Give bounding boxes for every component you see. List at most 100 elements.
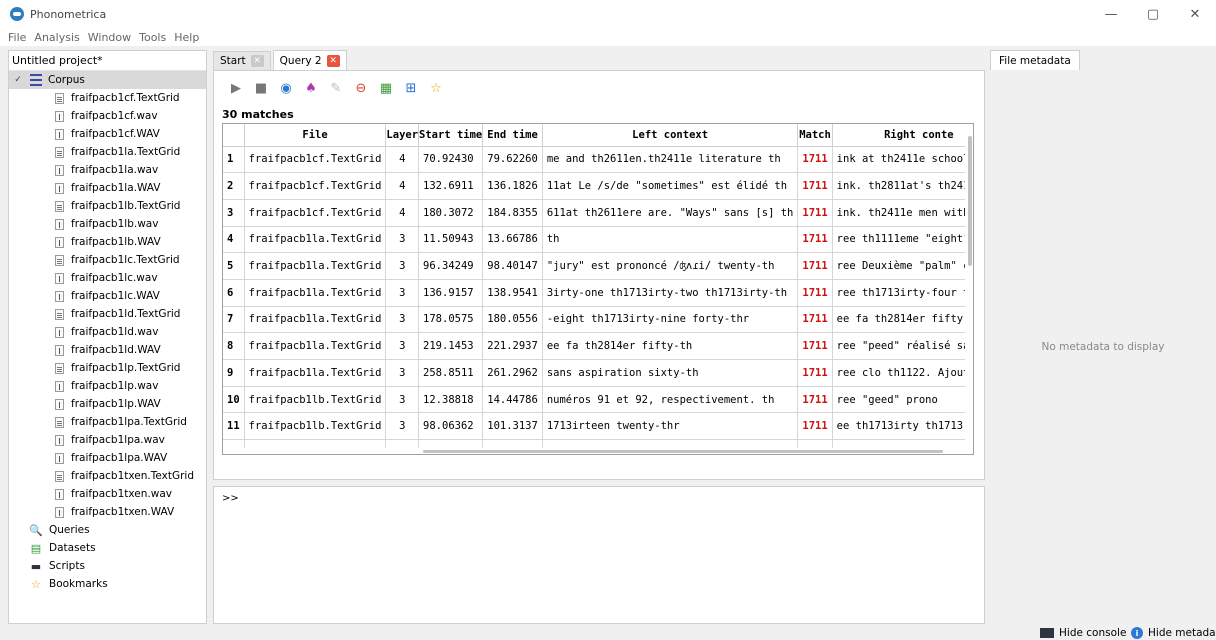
console[interactable]: >>	[213, 486, 985, 624]
tree-item-file[interactable]: fraifpacb1ld.WAV	[9, 341, 206, 359]
scrollbar-thumb[interactable]	[423, 450, 943, 453]
scrollbar-thumb[interactable]	[968, 136, 972, 266]
menu-file[interactable]: File	[4, 31, 30, 44]
table-cell: 4	[385, 172, 420, 200]
tree-item-file[interactable]: fraifpacb1lp.wav	[9, 377, 206, 395]
close-tab-icon[interactable]: ✕	[250, 55, 264, 67]
run-icon[interactable]: ▶	[226, 78, 246, 98]
table-row[interactable]: 11 fraifpacb1lb.TextGrid 3 98.06362 101.3137…	[223, 412, 973, 441]
column-header[interactable]	[223, 124, 245, 147]
maximize-button[interactable]: ▢	[1132, 0, 1174, 28]
tree-item-label: fraifpacb1ld.wav	[71, 326, 159, 338]
hide-console-button[interactable]: Hide console	[1040, 627, 1126, 639]
horizontal-scrollbar[interactable]	[223, 448, 967, 454]
tree-item-file[interactable]: fraifpacb1lpa.wav	[9, 431, 206, 449]
table-cell: fraifpacb1lb.TextGrid	[244, 412, 387, 441]
tab-query-2[interactable]: Query 2 ✕	[272, 50, 347, 70]
star-icon: ☆	[31, 577, 41, 591]
table-row[interactable]: 1 fraifpacb1cf.TextGrid 4 70.92430 79.62260 m…	[223, 146, 973, 174]
tree-item-file[interactable]: fraifpacb1lp.WAV	[9, 395, 206, 413]
hide-metadata-button[interactable]: i Hide metadata	[1131, 627, 1216, 639]
tree-item-file[interactable]: fraifpacb1cf.wav	[9, 107, 206, 125]
table-cell: 1	[223, 146, 245, 174]
table-cell: ree "geed" prono	[832, 386, 973, 414]
column-header[interactable]: Start time	[418, 124, 484, 147]
chevron-down-icon[interactable]: ✓	[12, 75, 24, 85]
tree-item-label: fraifpacb1txen.TextGrid	[71, 470, 195, 482]
eye-icon[interactable]: ◉	[276, 78, 296, 98]
table-row[interactable]: 6 fraifpacb1la.TextGrid 3 136.9157 138.9541 3…	[223, 279, 973, 307]
table-cell: th	[542, 226, 799, 254]
table-cell: 1711	[797, 306, 833, 334]
tree-item-file[interactable]: fraifpacb1txen.wav	[9, 485, 206, 503]
tree-item-bookmarks[interactable]: ☆ Bookmarks	[9, 575, 206, 593]
tab-start[interactable]: Start ✕	[213, 51, 271, 70]
tree-item-file[interactable]: fraifpacb1lc.WAV	[9, 287, 206, 305]
tree-item-file[interactable]: fraifpacb1la.TextGrid	[9, 143, 206, 161]
table-cell: 180.3072	[418, 199, 484, 227]
table-row[interactable]: 10 fraifpacb1lb.TextGrid 3 12.38818 14.44786…	[223, 386, 973, 414]
tree-item-file[interactable]: fraifpacb1ld.wav	[9, 323, 206, 341]
table-row[interactable]: 4 fraifpacb1la.TextGrid 3 11.50943 13.66786 t…	[223, 226, 973, 254]
table-header-row: File Layer Start time End time Left context M…	[223, 124, 973, 147]
remove-icon[interactable]: ⊖	[351, 78, 371, 98]
menu-window[interactable]: Window	[84, 31, 135, 44]
tree-item-file[interactable]: fraifpacb1lp.TextGrid	[9, 359, 206, 377]
table-cell: 1711	[797, 146, 833, 174]
tree-item-file[interactable]: fraifpacb1lpa.TextGrid	[9, 413, 206, 431]
table-row[interactable]: 7 fraifpacb1la.TextGrid 3 178.0575 180.0556-…	[223, 306, 973, 334]
tree-item-file[interactable]: fraifpacb1txen.TextGrid	[9, 467, 206, 485]
tree-item-datasets[interactable]: ▤ Datasets	[9, 539, 206, 557]
textgrid-file-icon	[55, 200, 64, 212]
tree-item-file[interactable]: fraifpacb1ld.TextGrid	[9, 305, 206, 323]
column-header[interactable]: File	[244, 124, 387, 147]
table-row[interactable]: 9 fraifpacb1la.TextGrid 3 258.8511 261.2962 s…	[223, 359, 973, 387]
tree-item-file[interactable]: fraifpacb1cf.WAV	[9, 125, 206, 143]
columns-icon[interactable]: ⊞	[401, 78, 421, 98]
table-row[interactable]: 8 fraifpacb1la.TextGrid 3 219.1453 221.2937 e…	[223, 332, 973, 360]
vertical-scrollbar[interactable]	[965, 124, 973, 454]
menu-tools[interactable]: Tools	[135, 31, 170, 44]
tree-item-label: fraifpacb1la.TextGrid	[71, 146, 181, 158]
tree-item-file[interactable]: fraifpacb1la.WAV	[9, 179, 206, 197]
tree-item-queries[interactable]: 🔍 Queries	[9, 521, 206, 539]
tree-item-file[interactable]: fraifpacb1lpa.WAV	[9, 449, 206, 467]
tab-file-metadata[interactable]: File metadata	[990, 50, 1080, 70]
tree-item-file[interactable]: fraifpacb1lc.wav	[9, 269, 206, 287]
export-icon[interactable]: ▦	[376, 78, 396, 98]
window-controls: — ▢ ✕	[1090, 0, 1216, 28]
minimize-button[interactable]: —	[1090, 0, 1132, 28]
tree-item-file[interactable]: fraifpacb1cf.TextGrid	[9, 89, 206, 107]
table-cell: 2	[223, 172, 245, 200]
stop-icon[interactable]: ■	[251, 78, 271, 98]
tree-item-file[interactable]: fraifpacb1lb.TextGrid	[9, 197, 206, 215]
sound-file-icon	[55, 344, 64, 356]
close-tab-icon[interactable]: ✕	[326, 54, 340, 67]
tree-item-file[interactable]: fraifpacb1lb.wav	[9, 215, 206, 233]
column-header[interactable]: End time	[482, 124, 543, 147]
tree-item-corpus[interactable]: ✓ Corpus	[9, 71, 206, 89]
tree-item-file[interactable]: fraifpacb1lb.WAV	[9, 233, 206, 251]
column-header[interactable]: Right conte	[832, 124, 973, 147]
tree-item-file[interactable]: fraifpacb1lc.TextGrid	[9, 251, 206, 269]
table-row[interactable]: 5 fraifpacb1la.TextGrid 3 96.34249 98.40147 "…	[223, 252, 973, 280]
app-title: Phonometrica	[30, 7, 107, 21]
edit-icon[interactable]: ✎	[326, 78, 346, 98]
tree-item-file[interactable]: fraifpacb1txen.WAV	[9, 503, 206, 521]
menu-help[interactable]: Help	[170, 31, 203, 44]
column-header[interactable]: Match	[797, 124, 833, 147]
table-row[interactable]: 3 fraifpacb1cf.TextGrid 4 180.3072 184.8355 6…	[223, 199, 973, 227]
tree-item-file[interactable]: fraifpacb1la.wav	[9, 161, 206, 179]
close-button[interactable]: ✕	[1174, 0, 1216, 28]
table-cell: 1711	[797, 332, 833, 360]
table-row[interactable]: 2 fraifpacb1cf.TextGrid 4 132.6911 136.1826 1…	[223, 172, 973, 200]
column-header[interactable]: Layer	[385, 124, 420, 147]
menu-analysis[interactable]: Analysis	[30, 31, 83, 44]
tab-label: Query 2	[279, 54, 322, 67]
tree-item-scripts[interactable]: ▬ Scripts	[9, 557, 206, 575]
table-cell: 4	[223, 226, 245, 254]
column-header[interactable]: Left context	[542, 124, 799, 147]
ufo-icon[interactable]: ♠	[301, 78, 321, 98]
tree-item-label: fraifpacb1lb.WAV	[71, 236, 161, 248]
bookmark-star-icon[interactable]: ☆	[426, 78, 446, 98]
